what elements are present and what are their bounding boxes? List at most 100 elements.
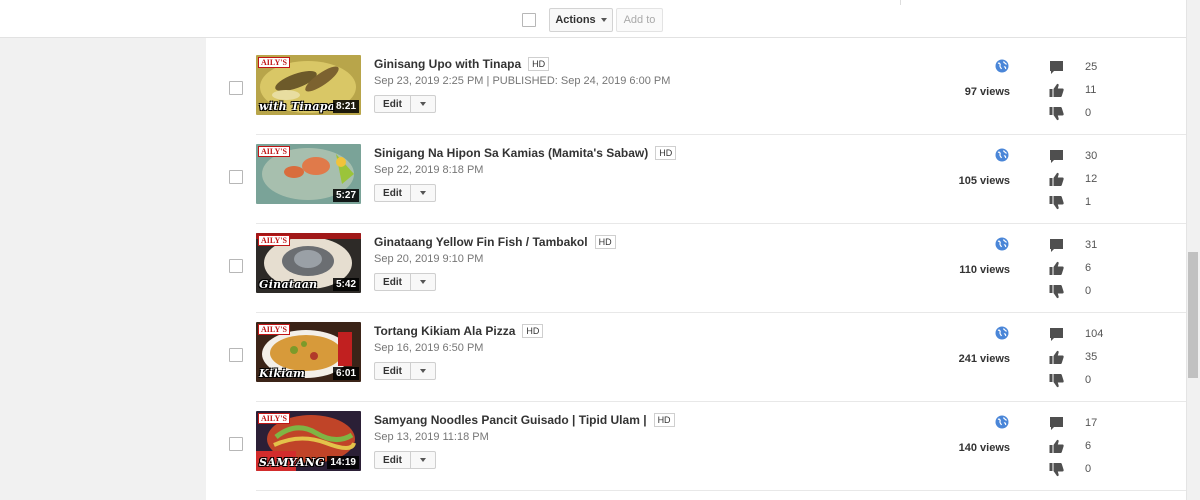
row-checkbox[interactable] (229, 81, 243, 95)
row-checkbox[interactable] (229, 259, 243, 273)
thumbnail-brand-logo: AILY'S (258, 57, 290, 68)
video-date: Sep 13, 2019 11:18 PM (374, 431, 489, 443)
edit-button-group: Edit (374, 273, 436, 291)
video-title[interactable]: Ginisang Upo with Tinapa (374, 57, 521, 71)
edit-dropdown-button[interactable] (411, 363, 435, 379)
edit-dropdown-button[interactable] (411, 185, 435, 201)
caret-down-icon (420, 102, 426, 106)
comment-icon (1050, 61, 1063, 74)
edit-button[interactable]: Edit (375, 185, 411, 201)
caret-down-icon (420, 191, 426, 195)
title-line: Ginisang Upo with Tinapa HD (374, 57, 550, 71)
video-date: Sep 22, 2019 8:18 PM (374, 164, 484, 176)
video-duration: 8:21 (332, 100, 359, 113)
thumbnail-brand-logo: AILY'S (258, 235, 290, 246)
like-count: 6 (1085, 262, 1092, 274)
globe-icon[interactable] (995, 415, 1009, 429)
actions-dropdown-button[interactable]: Actions (549, 8, 613, 32)
edit-button[interactable]: Edit (375, 363, 411, 379)
video-title[interactable]: Samyang Noodles Pancit Guisado | Tipid U… (374, 413, 647, 427)
comment-count: 104 (1085, 328, 1104, 340)
comment-icon (1050, 417, 1063, 430)
thumbs-up-icon (1049, 439, 1064, 453)
like-count: 35 (1085, 351, 1098, 363)
comment-count: 17 (1085, 417, 1098, 429)
thumbs-up-icon (1049, 350, 1064, 364)
edit-button[interactable]: Edit (375, 274, 411, 290)
view-count: 97 views (964, 86, 1010, 98)
video-thumbnail[interactable]: AILY'S SAMYANG 14:19 (256, 411, 361, 471)
row-checkbox[interactable] (229, 170, 243, 184)
like-count: 6 (1085, 440, 1092, 452)
thumbnail-brand-logo: AILY'S (258, 324, 290, 335)
globe-icon[interactable] (995, 59, 1009, 73)
video-row: AILY'S with Tinapa 8:21 Ginisang Upo wit… (206, 46, 1186, 135)
view-count: 110 views (959, 264, 1010, 276)
thumbs-down-icon (1049, 285, 1064, 299)
globe-icon[interactable] (995, 148, 1009, 162)
comment-icon (1050, 150, 1063, 163)
edit-dropdown-button[interactable] (411, 274, 435, 290)
view-count: 140 views (958, 442, 1010, 454)
dislike-count: 0 (1085, 107, 1092, 119)
thumbnail-brand-logo: AILY'S (258, 146, 290, 157)
edit-button-group: Edit (374, 451, 436, 469)
video-date: Sep 16, 2019 6:50 PM (374, 342, 484, 354)
video-row: AILY'S 5:27 Sinigang Na Hipon Sa Kamias … (206, 135, 1186, 224)
video-title[interactable]: Sinigang Na Hipon Sa Kamias (Mamita's Sa… (374, 146, 648, 160)
video-row: AILY'S Kikiam 6:01 Tortang Kikiam Ala Pi… (206, 313, 1186, 402)
video-title[interactable]: Ginataang Yellow Fin Fish / Tambakol (374, 235, 588, 249)
video-title[interactable]: Tortang Kikiam Ala Pizza (374, 324, 515, 338)
comment-icon (1050, 239, 1063, 252)
caret-down-icon (420, 369, 426, 373)
view-count: 105 views (958, 175, 1010, 187)
video-thumbnail[interactable]: AILY'S with Tinapa 8:21 (256, 55, 361, 115)
video-duration: 5:42 (332, 278, 359, 291)
comment-count: 30 (1085, 150, 1098, 162)
add-to-button[interactable]: Add to (616, 8, 663, 32)
thumbs-up-icon (1049, 172, 1064, 186)
dislike-count: 0 (1085, 463, 1092, 475)
edit-button[interactable]: Edit (375, 452, 411, 468)
view-count: 241 views (958, 353, 1010, 365)
video-thumbnail[interactable]: AILY'S Ginataan 5:42 (256, 233, 361, 293)
title-line: Samyang Noodles Pancit Guisado | Tipid U… (374, 413, 675, 427)
thumbs-up-icon (1049, 261, 1064, 275)
comment-count: 31 (1085, 239, 1098, 251)
thumbnail-caption: Kikiam (259, 367, 306, 380)
edit-dropdown-button[interactable] (411, 452, 435, 468)
dislike-count: 1 (1085, 196, 1092, 208)
row-checkbox[interactable] (229, 437, 243, 451)
edit-dropdown-button[interactable] (411, 96, 435, 112)
thumbnail-caption: with Tinapa (259, 100, 336, 113)
title-line: Tortang Kikiam Ala Pizza HD (374, 324, 544, 338)
hd-badge: HD (528, 57, 550, 71)
scrollbar-thumb[interactable] (1188, 252, 1198, 378)
select-all-checkbox[interactable] (522, 13, 536, 27)
thumbnail-brand-logo: AILY'S (258, 413, 290, 424)
video-list-panel: AILY'S with Tinapa 8:21 Ginisang Upo wit… (206, 38, 1186, 500)
caret-down-icon (420, 280, 426, 284)
video-thumbnail[interactable]: AILY'S Kikiam 6:01 (256, 322, 361, 382)
edit-button-group: Edit (374, 362, 436, 380)
video-thumbnail[interactable]: AILY'S 5:27 (256, 144, 361, 204)
top-toolbar: Actions Add to (0, 0, 1186, 38)
thumbs-down-icon (1049, 374, 1064, 388)
scrollbar-track[interactable] (1186, 0, 1200, 500)
title-line: Sinigang Na Hipon Sa Kamias (Mamita's Sa… (374, 146, 677, 160)
globe-icon[interactable] (995, 326, 1009, 340)
globe-icon[interactable] (995, 237, 1009, 251)
video-date: Sep 23, 2019 2:25 PM | PUBLISHED: Sep 24… (374, 75, 671, 87)
thumbs-up-icon (1049, 83, 1064, 97)
comment-icon (1050, 328, 1063, 341)
video-duration: 6:01 (332, 367, 359, 380)
comment-count: 25 (1085, 61, 1098, 73)
edit-button[interactable]: Edit (375, 96, 411, 112)
caret-down-icon (600, 18, 607, 22)
row-checkbox[interactable] (229, 348, 243, 362)
dislike-count: 0 (1085, 285, 1092, 297)
caret-down-icon (420, 458, 426, 462)
like-count: 12 (1085, 173, 1098, 185)
video-duration: 14:19 (327, 456, 359, 469)
video-row: AILY'S Ginataan 5:42 Ginataang Yellow Fi… (206, 224, 1186, 313)
